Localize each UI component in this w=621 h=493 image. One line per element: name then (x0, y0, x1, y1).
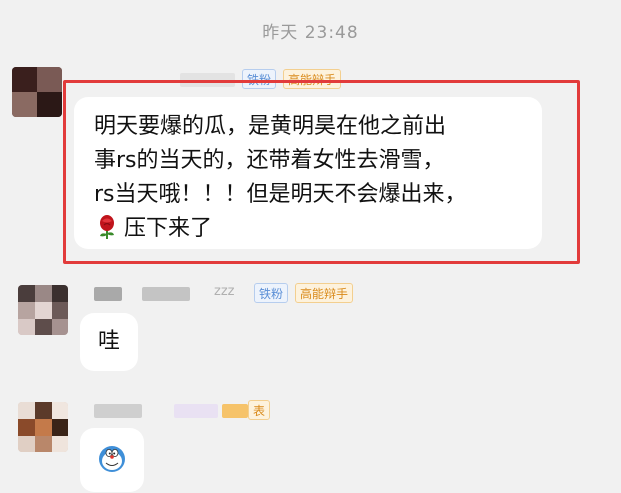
username-3-blurred-b (174, 404, 218, 418)
username-3-blurred-c (222, 404, 248, 418)
doraemon-sticker-icon (97, 444, 127, 474)
fan-badge-2: 铁粉 (254, 283, 289, 303)
username-2-suffix: zzz (214, 284, 235, 299)
username-3-blurred (94, 404, 142, 418)
message-timestamp: 昨天 23:48 (262, 23, 359, 43)
avatar-1[interactable] (12, 67, 62, 117)
level-badge-2: 高能辩手 (295, 283, 354, 303)
message-bubble-2[interactable]: 哇 (80, 313, 138, 371)
username-2-blurred-b (142, 287, 190, 301)
avatar-2[interactable] (18, 285, 68, 335)
avatar-3[interactable] (18, 402, 68, 452)
highlight-box (63, 80, 580, 264)
username-2-blurred (94, 287, 122, 301)
level-badge-3: 表 (248, 400, 271, 420)
message-bubble-3[interactable] (80, 428, 144, 492)
